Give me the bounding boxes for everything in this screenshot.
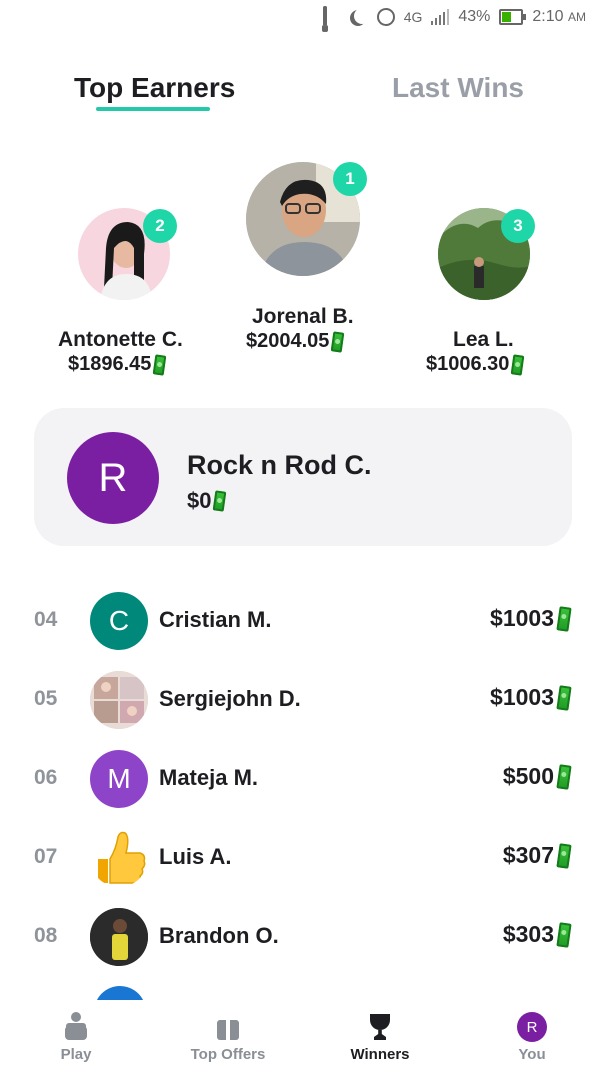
clock: 2:10 AM xyxy=(532,8,586,25)
list-item[interactable]: 08 Brandon O. $303 xyxy=(0,902,608,972)
podium-amount: $1896.45 xyxy=(68,353,167,376)
cash-icon xyxy=(556,842,572,869)
battery-icon xyxy=(499,9,527,25)
list-item[interactable]: 06 M Mateja M. $500 xyxy=(0,744,608,814)
nav-top-offers[interactable]: Top Offers xyxy=(168,1012,288,1063)
earnings-amount: $307 xyxy=(503,842,572,869)
cash-icon xyxy=(556,921,572,948)
user-name: Luis A. xyxy=(159,844,232,869)
cash-icon xyxy=(331,330,345,353)
podium-name: Antonette C. xyxy=(58,328,183,351)
avatar: R xyxy=(67,432,159,524)
current-user-amount: $0 xyxy=(187,488,227,514)
signal-icon xyxy=(431,9,450,25)
avatar xyxy=(90,671,148,729)
user-name: Brandon O. xyxy=(159,923,279,948)
podium-name: Lea L. xyxy=(453,328,514,351)
current-user-name: Rock n Rod C. xyxy=(187,450,372,480)
user-name: Cristian M. xyxy=(159,607,272,632)
headphones-icon xyxy=(322,6,341,26)
earnings-amount: $1003 xyxy=(490,605,572,632)
current-user-card[interactable]: R Rock n Rod C. $0 xyxy=(34,408,572,546)
rank-badge: 2 xyxy=(143,209,177,243)
status-bar: 4G 43% 2:10 AM xyxy=(0,0,608,36)
user-name: Sergiejohn D. xyxy=(159,686,301,711)
avatar: R xyxy=(517,1012,547,1042)
rank-number: 05 xyxy=(34,687,58,710)
tab-last-wins[interactable]: Last Wins xyxy=(392,72,524,104)
rank-number: 06 xyxy=(34,766,58,789)
cash-icon xyxy=(213,490,227,512)
rank-number: 04 xyxy=(34,608,58,631)
avatar xyxy=(90,908,148,966)
trophy-icon xyxy=(365,1012,395,1042)
earnings-amount: $1003 xyxy=(490,684,572,711)
do-not-disturb-icon xyxy=(350,8,368,26)
avatar: M xyxy=(90,750,148,808)
cash-icon xyxy=(153,353,167,376)
nav-play[interactable]: Play xyxy=(16,1012,136,1063)
cash-icon xyxy=(511,353,525,376)
podium-name: Jorenal B. xyxy=(252,305,354,328)
cash-icon xyxy=(556,684,572,711)
earnings-amount: $500 xyxy=(503,763,572,790)
rank-number: 08 xyxy=(34,924,58,947)
list-item[interactable]: 05 Sergiejohn D. $1003 xyxy=(0,665,608,735)
list-item[interactable]: 07 Luis A. $307 xyxy=(0,823,608,893)
list-item[interactable]: 04 C Cristian M. $1003 xyxy=(0,586,608,656)
alarm-icon xyxy=(376,8,395,26)
rank-number: 07 xyxy=(34,845,58,868)
cash-icon xyxy=(556,605,572,632)
active-tab-indicator xyxy=(96,107,210,111)
tab-top-earners[interactable]: Top Earners xyxy=(74,72,235,104)
rank-badge: 1 xyxy=(333,162,367,196)
user-name: Mateja M. xyxy=(159,765,259,790)
nav-winners[interactable]: Winners xyxy=(320,1012,440,1063)
rank-badge: 3 xyxy=(501,209,535,243)
podium-amount: $1006.30 xyxy=(426,353,525,376)
podium-amount: $2004.05 xyxy=(246,330,345,353)
battery-percent: 43% xyxy=(458,8,491,25)
cash-icon xyxy=(556,763,572,790)
nav-you[interactable]: R You xyxy=(472,1012,592,1063)
avatar: C xyxy=(90,592,148,650)
gift-icon xyxy=(213,1012,243,1042)
joystick-icon xyxy=(61,1012,91,1042)
network-type: 4G xyxy=(403,9,423,25)
bottom-nav: Play Top Offers Winners R You xyxy=(0,1000,608,1080)
thumbs-up-icon xyxy=(90,829,148,887)
earnings-amount: $303 xyxy=(503,921,572,948)
